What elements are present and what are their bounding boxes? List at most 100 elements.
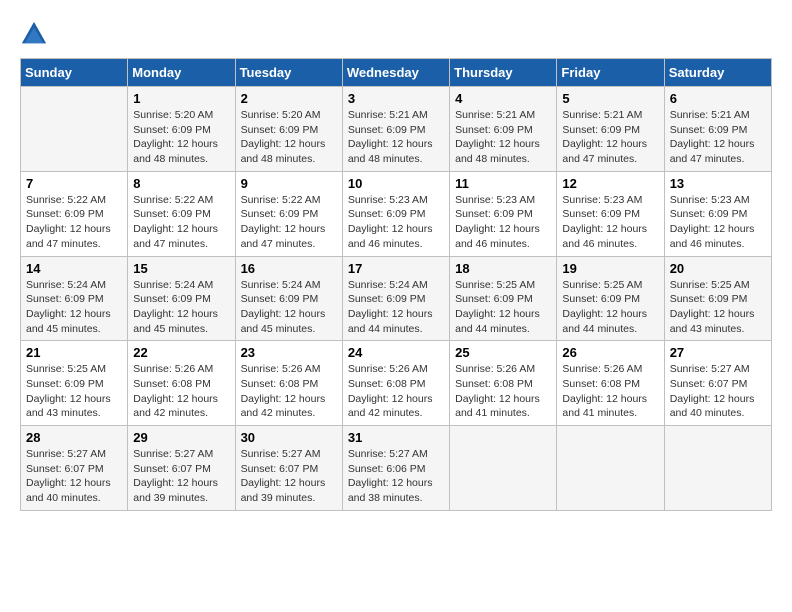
day-cell: 23 Sunrise: 5:26 AM Sunset: 6:08 PM Dayli… [235, 341, 342, 426]
day-number: 7 [26, 176, 122, 191]
header-cell-tuesday: Tuesday [235, 59, 342, 87]
week-row-4: 21 Sunrise: 5:25 AM Sunset: 6:09 PM Dayli… [21, 341, 772, 426]
day-number: 24 [348, 345, 444, 360]
day-number: 13 [670, 176, 766, 191]
day-cell: 31 Sunrise: 5:27 AM Sunset: 6:06 PM Dayli… [342, 426, 449, 511]
day-info: Sunrise: 5:26 AM Sunset: 6:08 PM Dayligh… [241, 363, 326, 419]
day-cell: 2 Sunrise: 5:20 AM Sunset: 6:09 PM Daylig… [235, 87, 342, 172]
day-info: Sunrise: 5:21 AM Sunset: 6:09 PM Dayligh… [670, 109, 755, 165]
week-row-5: 28Sunrise: 5:27 AM Sunset: 6:07 PM Dayli… [21, 426, 772, 511]
day-info: Sunrise: 5:24 AM Sunset: 6:09 PM Dayligh… [348, 279, 433, 335]
day-info: Sunrise: 5:27 AM Sunset: 6:06 PM Dayligh… [348, 448, 433, 504]
header-cell-friday: Friday [557, 59, 664, 87]
day-cell: 5 Sunrise: 5:21 AM Sunset: 6:09 PM Daylig… [557, 87, 664, 172]
day-info: Sunrise: 5:22 AM Sunset: 6:09 PM Dayligh… [26, 194, 111, 250]
day-number: 23 [241, 345, 337, 360]
day-number: 2 [241, 91, 337, 106]
header-cell-sunday: Sunday [21, 59, 128, 87]
day-info: Sunrise: 5:27 AM Sunset: 6:07 PM Dayligh… [133, 448, 218, 504]
header-cell-saturday: Saturday [664, 59, 771, 87]
day-number: 30 [241, 430, 337, 445]
day-number: 5 [562, 91, 658, 106]
day-cell: 11 Sunrise: 5:23 AM Sunset: 6:09 PM Dayli… [450, 171, 557, 256]
day-info: Sunrise: 5:26 AM Sunset: 6:08 PM Dayligh… [348, 363, 433, 419]
day-info: Sunrise: 5:27 AM Sunset: 6:07 PM Dayligh… [670, 363, 755, 419]
page-header [20, 20, 772, 48]
day-info: Sunrise: 5:27 AM Sunset: 6:07 PM Dayligh… [241, 448, 326, 504]
day-cell: 30 Sunrise: 5:27 AM Sunset: 6:07 PM Dayli… [235, 426, 342, 511]
day-info: Sunrise: 5:23 AM Sunset: 6:09 PM Dayligh… [562, 194, 647, 250]
day-info: Sunrise: 5:21 AM Sunset: 6:09 PM Dayligh… [455, 109, 540, 165]
day-info: Sunrise: 5:23 AM Sunset: 6:09 PM Dayligh… [348, 194, 433, 250]
day-cell: 14Sunrise: 5:24 AM Sunset: 6:09 PM Dayli… [21, 256, 128, 341]
week-row-3: 14Sunrise: 5:24 AM Sunset: 6:09 PM Dayli… [21, 256, 772, 341]
day-number: 4 [455, 91, 551, 106]
day-info: Sunrise: 5:23 AM Sunset: 6:09 PM Dayligh… [670, 194, 755, 250]
day-cell: 13 Sunrise: 5:23 AM Sunset: 6:09 PM Dayli… [664, 171, 771, 256]
day-number: 8 [133, 176, 229, 191]
day-cell: 7 Sunrise: 5:22 AM Sunset: 6:09 PM Daylig… [21, 171, 128, 256]
day-info: Sunrise: 5:25 AM Sunset: 6:09 PM Dayligh… [455, 279, 540, 335]
day-info: Sunrise: 5:22 AM Sunset: 6:09 PM Dayligh… [133, 194, 218, 250]
day-info: Sunrise: 5:21 AM Sunset: 6:09 PM Dayligh… [348, 109, 433, 165]
day-cell: 4 Sunrise: 5:21 AM Sunset: 6:09 PM Daylig… [450, 87, 557, 172]
day-number: 3 [348, 91, 444, 106]
day-info: Sunrise: 5:26 AM Sunset: 6:08 PM Dayligh… [133, 363, 218, 419]
day-info: Sunrise: 5:25 AM Sunset: 6:09 PM Dayligh… [670, 279, 755, 335]
logo [20, 20, 52, 48]
day-number: 22 [133, 345, 229, 360]
day-number: 6 [670, 91, 766, 106]
day-cell: 15 Sunrise: 5:24 AM Sunset: 6:09 PM Dayli… [128, 256, 235, 341]
day-cell: 16Sunrise: 5:24 AM Sunset: 6:09 PM Dayli… [235, 256, 342, 341]
day-info: Sunrise: 5:26 AM Sunset: 6:08 PM Dayligh… [455, 363, 540, 419]
day-number: 31 [348, 430, 444, 445]
day-number: 9 [241, 176, 337, 191]
day-number: 11 [455, 176, 551, 191]
logo-icon [20, 20, 48, 48]
day-number: 27 [670, 345, 766, 360]
week-row-1: 1 Sunrise: 5:20 AM Sunset: 6:09 PM Daylig… [21, 87, 772, 172]
day-cell: 22 Sunrise: 5:26 AM Sunset: 6:08 PM Dayli… [128, 341, 235, 426]
day-number: 19 [562, 261, 658, 276]
day-cell [557, 426, 664, 511]
day-cell: 21 Sunrise: 5:25 AM Sunset: 6:09 PM Dayli… [21, 341, 128, 426]
day-info: Sunrise: 5:20 AM Sunset: 6:09 PM Dayligh… [133, 109, 218, 165]
header-cell-monday: Monday [128, 59, 235, 87]
header-row: SundayMondayTuesdayWednesdayThursdayFrid… [21, 59, 772, 87]
header-cell-thursday: Thursday [450, 59, 557, 87]
day-cell: 1 Sunrise: 5:20 AM Sunset: 6:09 PM Daylig… [128, 87, 235, 172]
day-cell: 26 Sunrise: 5:26 AM Sunset: 6:08 PM Dayli… [557, 341, 664, 426]
day-info: Sunrise: 5:27 AM Sunset: 6:07 PM Dayligh… [26, 448, 111, 504]
day-cell: 9 Sunrise: 5:22 AM Sunset: 6:09 PM Daylig… [235, 171, 342, 256]
day-cell: 19 Sunrise: 5:25 AM Sunset: 6:09 PM Dayli… [557, 256, 664, 341]
day-info: Sunrise: 5:25 AM Sunset: 6:09 PM Dayligh… [26, 363, 111, 419]
header-cell-wednesday: Wednesday [342, 59, 449, 87]
day-info: Sunrise: 5:26 AM Sunset: 6:08 PM Dayligh… [562, 363, 647, 419]
day-info: Sunrise: 5:22 AM Sunset: 6:09 PM Dayligh… [241, 194, 326, 250]
day-info: Sunrise: 5:23 AM Sunset: 6:09 PM Dayligh… [455, 194, 540, 250]
day-cell: 29Sunrise: 5:27 AM Sunset: 6:07 PM Dayli… [128, 426, 235, 511]
day-cell: 18Sunrise: 5:25 AM Sunset: 6:09 PM Dayli… [450, 256, 557, 341]
day-cell: 20 Sunrise: 5:25 AM Sunset: 6:09 PM Dayli… [664, 256, 771, 341]
day-number: 26 [562, 345, 658, 360]
day-number: 21 [26, 345, 122, 360]
day-info: Sunrise: 5:20 AM Sunset: 6:09 PM Dayligh… [241, 109, 326, 165]
calendar-table: SundayMondayTuesdayWednesdayThursdayFrid… [20, 58, 772, 511]
day-info: Sunrise: 5:25 AM Sunset: 6:09 PM Dayligh… [562, 279, 647, 335]
day-info: Sunrise: 5:21 AM Sunset: 6:09 PM Dayligh… [562, 109, 647, 165]
day-number: 10 [348, 176, 444, 191]
day-number: 25 [455, 345, 551, 360]
day-cell: 28Sunrise: 5:27 AM Sunset: 6:07 PM Dayli… [21, 426, 128, 511]
day-cell [664, 426, 771, 511]
day-info: Sunrise: 5:24 AM Sunset: 6:09 PM Dayligh… [26, 279, 111, 335]
day-number: 12 [562, 176, 658, 191]
day-number: 20 [670, 261, 766, 276]
day-cell [21, 87, 128, 172]
day-cell: 3 Sunrise: 5:21 AM Sunset: 6:09 PM Daylig… [342, 87, 449, 172]
day-cell: 6 Sunrise: 5:21 AM Sunset: 6:09 PM Daylig… [664, 87, 771, 172]
day-number: 1 [133, 91, 229, 106]
day-cell: 25 Sunrise: 5:26 AM Sunset: 6:08 PM Dayli… [450, 341, 557, 426]
day-cell: 12 Sunrise: 5:23 AM Sunset: 6:09 PM Dayli… [557, 171, 664, 256]
day-info: Sunrise: 5:24 AM Sunset: 6:09 PM Dayligh… [133, 279, 218, 335]
day-number: 15 [133, 261, 229, 276]
